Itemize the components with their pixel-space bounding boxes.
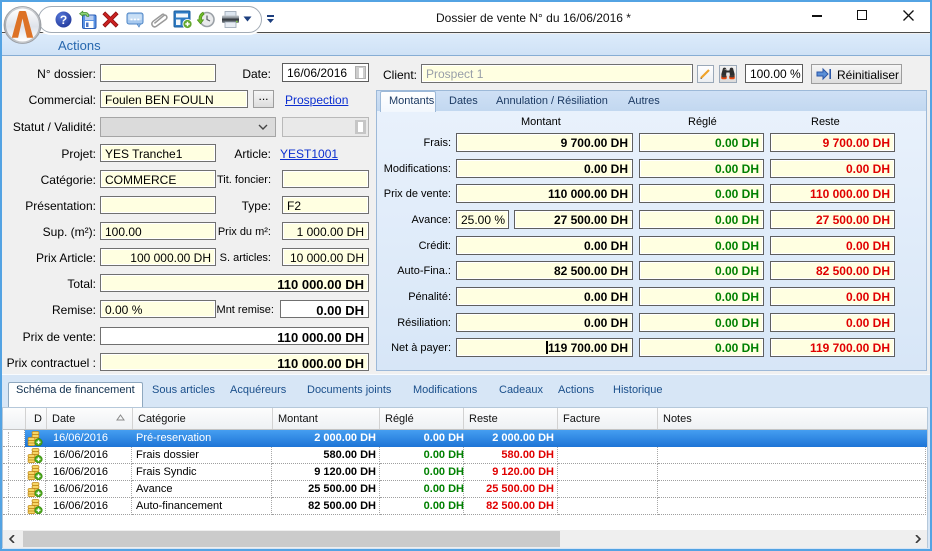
svg-text:?: ? — [60, 13, 67, 27]
